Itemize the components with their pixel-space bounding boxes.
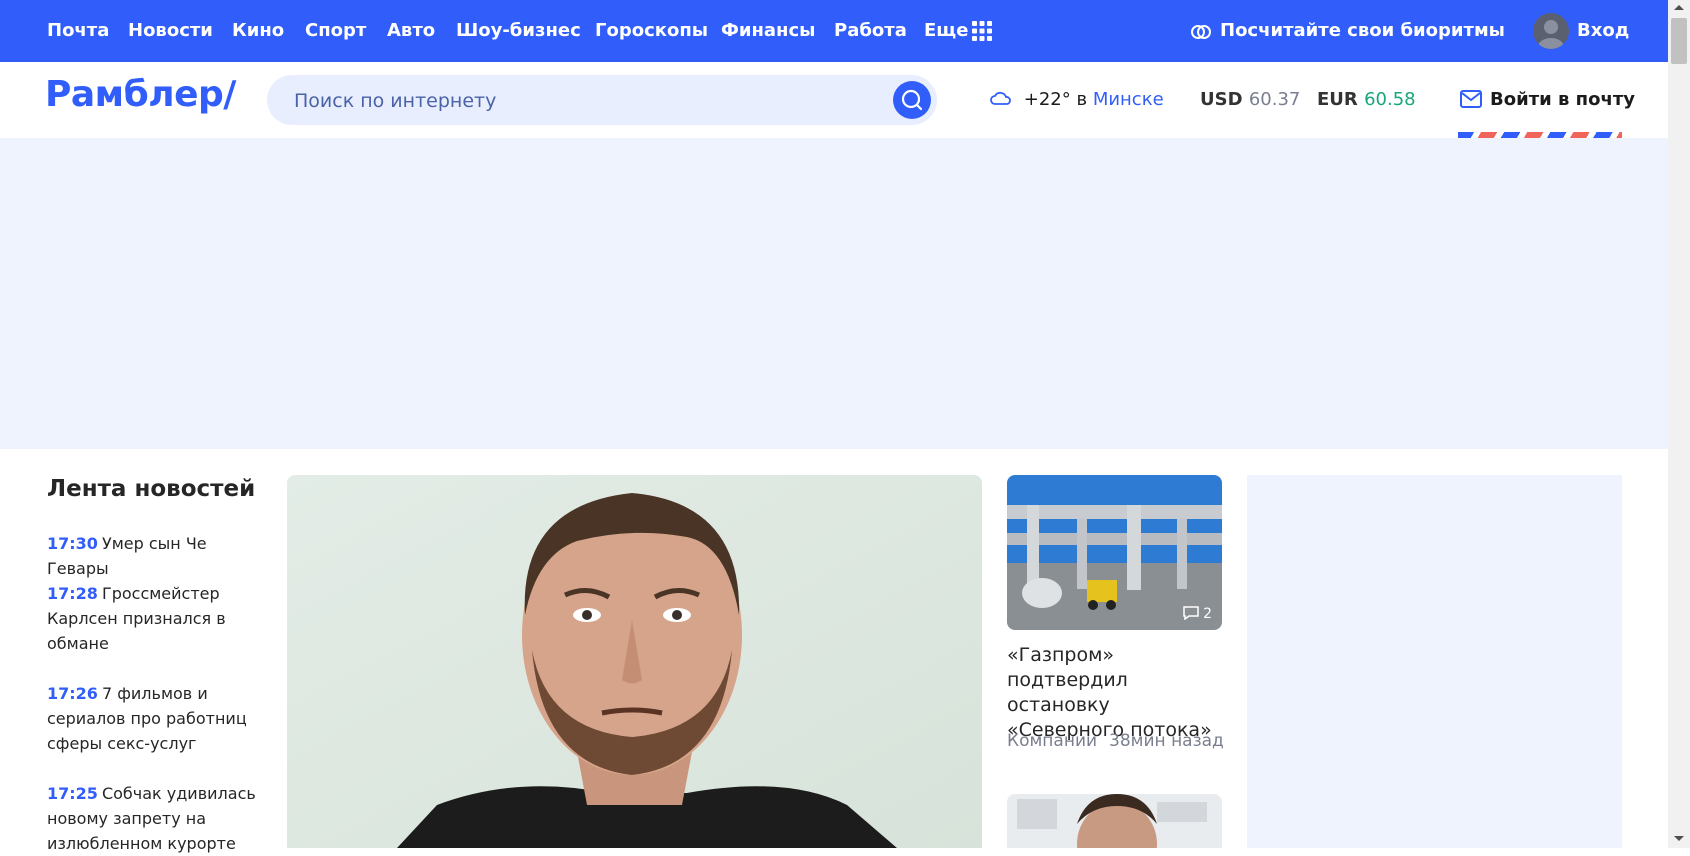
portrait-photo — [287, 475, 982, 848]
main-story-photo[interactable] — [287, 475, 982, 848]
feed-item[interactable]: 17:26 7 фильмов и сериалов про работниц с… — [47, 681, 257, 756]
mail-icon — [1460, 90, 1482, 108]
nav-item-news[interactable]: Новости — [128, 0, 213, 62]
nav-item-mail[interactable]: Почта — [47, 0, 109, 62]
scrollbar[interactable] — [1668, 0, 1690, 848]
feed-item-time: 17:26 — [47, 684, 98, 703]
feed-item-time: 17:25 — [47, 784, 98, 803]
weather-temperature: +22° — [1023, 89, 1071, 110]
search-box — [267, 75, 937, 127]
apps-grid-icon[interactable] — [972, 21, 992, 41]
ad-banner — [0, 138, 1668, 449]
card-meta: Компании 38мин назад — [1007, 731, 1236, 751]
header-bar: Рамблер/ — [0, 62, 1668, 138]
top-nav-bar: Почта Новости Кино Спорт Авто Шоу-бизнес… — [0, 0, 1668, 62]
card-category[interactable]: Компании — [1007, 731, 1097, 751]
nav-item-sport[interactable]: Спорт — [305, 0, 366, 62]
nav-item-horoscopes[interactable]: Гороскопы — [595, 0, 708, 62]
feed-item[interactable]: 17:25 Собчак удивилась новому запрету на … — [47, 781, 257, 856]
feed-item-time: 17:30 — [47, 534, 98, 553]
weather-widget[interactable]: +22° в Минске — [990, 62, 1164, 138]
eur-value: 60.58 — [1364, 89, 1416, 110]
nav-item-kino[interactable]: Кино — [232, 0, 284, 62]
feed-item[interactable]: 17:28 Гроссмейстер Карлсен признался в об… — [47, 581, 257, 656]
nav-item-finance[interactable]: Финансы — [721, 0, 815, 62]
nav-item-more[interactable]: Еще — [924, 0, 968, 62]
nav-item-showbiz[interactable]: Шоу-бизнес — [456, 0, 581, 62]
search-button[interactable] — [893, 81, 931, 119]
biorhythm-icon — [1191, 25, 1211, 39]
usd-value: 60.37 — [1248, 89, 1301, 110]
weather-preposition: в — [1076, 89, 1088, 110]
biorhythm-label: Посчитайте свои биоритмы — [1220, 20, 1505, 41]
eur-code: EUR — [1317, 89, 1358, 110]
avatar[interactable] — [1533, 13, 1569, 49]
user-avatar-icon — [1538, 20, 1564, 49]
weather-city: Минске — [1092, 89, 1164, 110]
usd-rate[interactable]: USD 60.37 — [1200, 62, 1300, 138]
cloud-icon — [990, 91, 1011, 105]
comment-icon — [1182, 606, 1199, 621]
login-link[interactable]: Вход — [1577, 0, 1629, 62]
card-title[interactable]: «Газпром» подтвердил остановку «Северног… — [1007, 643, 1232, 743]
feed-title: Лента новостей — [47, 476, 256, 502]
nav-item-work[interactable]: Работа — [834, 0, 907, 62]
nav-item-auto[interactable]: Авто — [387, 0, 435, 62]
search-input[interactable] — [292, 75, 876, 127]
card-image[interactable]: 2 — [1007, 475, 1222, 630]
scroll-down-arrow[interactable] — [1674, 836, 1684, 841]
comment-count: 2 — [1182, 606, 1212, 622]
scroll-up-arrow[interactable] — [1674, 5, 1684, 10]
side-ad-block — [1247, 475, 1622, 848]
search-icon — [901, 89, 923, 111]
usd-code: USD — [1200, 89, 1243, 110]
eur-rate[interactable]: EUR 60.58 — [1317, 62, 1416, 138]
card-image[interactable] — [1007, 794, 1222, 848]
person-photo — [1007, 794, 1222, 848]
feed-item[interactable]: 17:30 Умер сын Че Гевары — [47, 531, 257, 581]
feed-item-time: 17:28 — [47, 584, 98, 603]
rambler-logo[interactable]: Рамблер/ — [45, 74, 236, 115]
comment-count-value: 2 — [1203, 606, 1212, 622]
mail-login-label: Войти в почту — [1490, 89, 1635, 110]
card-age: 38мин назад — [1109, 731, 1224, 751]
scroll-thumb[interactable] — [1671, 18, 1687, 64]
